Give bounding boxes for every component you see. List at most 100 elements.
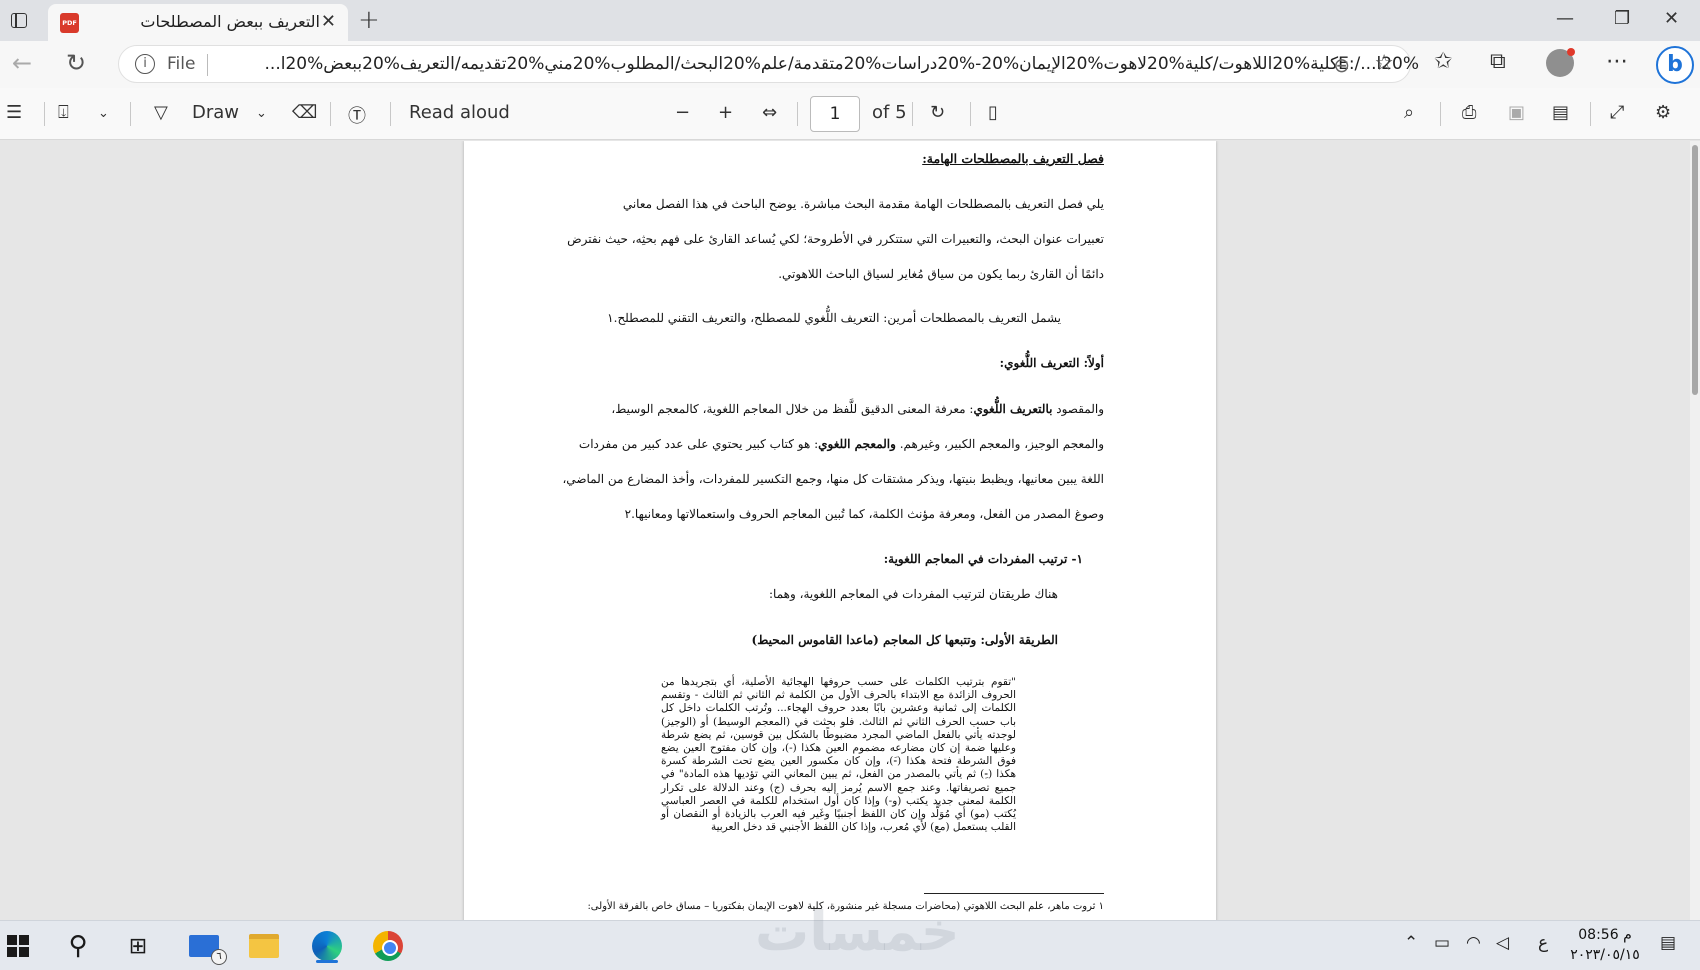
close-window-button[interactable]: ✕: [1664, 8, 1679, 29]
paragraph-line: تعبيرات عنوان البحث، والتعبيرات التي ستت…: [567, 232, 1104, 246]
tab-active[interactable]: PDF التعريف ببعض المصطلحات الهامة ✕: [48, 4, 348, 41]
bold-term: والمعجم اللغوي: [818, 437, 896, 451]
text-segment: والمعجم الوجيز، والمعجم الكبير، وغيرهم.: [895, 437, 1104, 451]
save-as-icon[interactable]: ▤: [1552, 102, 1569, 123]
subsection-title: ١- ترتيب المفردات في المعاجم اللغوية:: [883, 552, 1083, 566]
tab-actions-icon: [11, 12, 27, 28]
paragraph-line: هناك طريقتان لترتيب المفردات في المعاجم …: [769, 587, 1058, 601]
notification-dot: [1567, 48, 1575, 56]
draw-button[interactable]: Draw: [192, 102, 239, 123]
print-icon[interactable]: ⎙: [1462, 102, 1476, 123]
chrome-icon: [373, 931, 403, 961]
add-text-icon[interactable]: Ⓣ: [348, 102, 366, 128]
text-segment: : هو كتاب كبير يحتوي على عدد كبير من مفر…: [578, 437, 819, 451]
search-taskbar-icon[interactable]: ⚲: [60, 929, 96, 963]
toolbar-divider: [390, 102, 391, 126]
pdf-toolbar: ☰ ⍗ ⌄ ▽ Draw ⌄ ⌫ Ⓣ Read aloud − + ⇔ 1 of…: [0, 88, 1700, 140]
toolbar-divider: [970, 102, 971, 126]
windows-logo-icon: [7, 935, 29, 957]
paragraph-line: يلي فصل التعريف بالمصطلحات الهامة مقدمة …: [622, 197, 1104, 211]
wifi-icon[interactable]: ◠: [1466, 933, 1481, 953]
collections-icon[interactable]: ⧉: [1490, 49, 1506, 74]
toolbar-divider: [912, 102, 913, 126]
search-icon[interactable]: ⌕: [1404, 102, 1414, 123]
tab-close-icon[interactable]: ✕: [321, 11, 336, 32]
draw-icon[interactable]: ▽: [154, 102, 168, 123]
text-segment: والمقصود: [1052, 402, 1104, 416]
table-of-contents-icon[interactable]: ☰: [6, 102, 22, 123]
paragraph-line: وصوغ المصدر من الفعل، ومعرفة مؤنث الكلمة…: [624, 507, 1104, 521]
toolbar-divider: [1440, 102, 1441, 126]
info-icon[interactable]: i: [135, 54, 155, 74]
paragraph-line: والمقصود بالتعريف اللُّغوي: معرفة المعنى…: [611, 402, 1104, 416]
edge-app-icon[interactable]: [309, 929, 345, 963]
toolbar-divider: [44, 102, 45, 126]
text-segment: : معرفة المعنى الدقيق للَّفظ من خلال الم…: [611, 402, 974, 416]
zoom-icon[interactable]: ⊖: [1333, 53, 1350, 77]
edge-icon: [312, 931, 342, 961]
highlight-icon[interactable]: ⍗: [58, 102, 69, 123]
rotate-icon[interactable]: ↻: [930, 102, 945, 123]
highlight-chevron-down-icon[interactable]: ⌄: [98, 106, 109, 121]
bold-term: بالتعريف اللُّغوي: [973, 402, 1053, 416]
paragraph-line: يشمل التعريف بالمصطلحات أمرين: التعريف ا…: [607, 311, 1061, 325]
paragraph-line: اللغة يبين معانيها، ويظبط بنيتها، ويذكر …: [562, 472, 1104, 486]
zoom-in-icon[interactable]: +: [718, 102, 733, 123]
start-button[interactable]: [0, 929, 36, 963]
add-favorite-icon[interactable]: ☆: [1374, 51, 1394, 76]
pdf-file-icon: PDF: [60, 13, 79, 33]
profile-avatar[interactable]: [1546, 48, 1575, 77]
page-view-icon[interactable]: ▯: [988, 102, 998, 123]
url-text[interactable]: E:/...l20%كلية%20اللاهوت/كلية%20لاهوت%20…: [223, 54, 1419, 74]
pdf-page: فصل التعريف بالمصطلحات الهامة: يلي فصل ا…: [464, 141, 1216, 920]
mail-badge: ٦: [211, 949, 227, 965]
tab-actions-menu-button[interactable]: [6, 8, 32, 32]
battery-icon[interactable]: ▭: [1434, 933, 1450, 953]
full-screen-icon[interactable]: ⤢: [1610, 102, 1624, 123]
method-title: الطريقة الأولى: وتتبعها كل المعاجم (ماعد…: [751, 633, 1058, 647]
pdf-viewer[interactable]: فصل التعريف بالمصطلحات الهامة: يلي فصل ا…: [0, 141, 1700, 920]
scrollbar-thumb[interactable]: [1692, 145, 1698, 395]
mail-app-icon[interactable]: ٦: [186, 929, 227, 965]
restore-button[interactable]: ❐: [1614, 8, 1630, 29]
zoom-out-icon[interactable]: −: [675, 102, 690, 123]
eraser-icon[interactable]: ⌫: [292, 102, 317, 123]
toolbar-divider: [330, 102, 331, 126]
system-clock[interactable]: 08:56 م ٢٠٢٣/٠٥/١٥: [1570, 925, 1640, 965]
task-view-icon[interactable]: ⊞: [120, 929, 156, 963]
address-bar-row: ← ↻ i File E:/...l20%كلية%20اللاهوت/كلية…: [0, 41, 1700, 88]
save-icon[interactable]: ▣: [1508, 102, 1525, 123]
volume-icon[interactable]: ◁: [1496, 933, 1509, 953]
refresh-icon[interactable]: ↻: [66, 49, 86, 77]
bing-chat-icon[interactable]: b: [1656, 46, 1694, 84]
vertical-scrollbar[interactable]: [1690, 141, 1700, 920]
address-divider: [207, 54, 208, 76]
draw-chevron-down-icon[interactable]: ⌄: [256, 106, 267, 121]
tab-strip: PDF التعريف ببعض المصطلحات الهامة ✕ + — …: [0, 0, 1700, 41]
fit-to-width-icon[interactable]: ⇔: [762, 102, 777, 123]
more-options-icon[interactable]: ⋯: [1606, 49, 1628, 74]
favorites-icon[interactable]: ✩: [1434, 49, 1452, 74]
address-bar[interactable]: i File E:/...l20%كلية%20اللاهوت/كلية%20ل…: [118, 45, 1419, 83]
folder-icon: [249, 934, 279, 958]
toolbar-divider: [797, 102, 798, 126]
page-number-input[interactable]: 1: [810, 96, 860, 132]
back-arrow-icon[interactable]: ←: [12, 49, 32, 77]
document-heading: فصل التعريف بالمصطلحات الهامة:: [922, 151, 1104, 166]
minimize-button[interactable]: —: [1556, 8, 1574, 29]
show-hidden-icons-chevron-icon[interactable]: ⌃: [1404, 933, 1418, 953]
settings-gear-icon[interactable]: ⚙: [1655, 102, 1671, 123]
chrome-app-icon[interactable]: [370, 929, 406, 963]
section-title: أولاً: التعريف اللُّغوي:: [999, 356, 1104, 370]
clock-date: ٢٠٢٣/٠٥/١٥: [1570, 947, 1640, 963]
notifications-icon[interactable]: ▤: [1660, 933, 1676, 953]
mail-icon: ٦: [189, 935, 227, 965]
paragraph-line: والمعجم الوجيز، والمعجم الكبير، وغيرهم. …: [579, 437, 1104, 451]
input-language-indicator[interactable]: ع: [1538, 933, 1548, 953]
file-explorer-icon[interactable]: [246, 929, 282, 963]
page-total-label: of 5: [872, 102, 907, 123]
toolbar-divider: [130, 102, 131, 126]
block-quote: "تقوم بترتيب الكلمات على حسب حروفها الهج…: [661, 676, 1016, 834]
new-tab-button[interactable]: +: [358, 5, 380, 35]
read-aloud-button[interactable]: Read aloud: [409, 102, 510, 123]
